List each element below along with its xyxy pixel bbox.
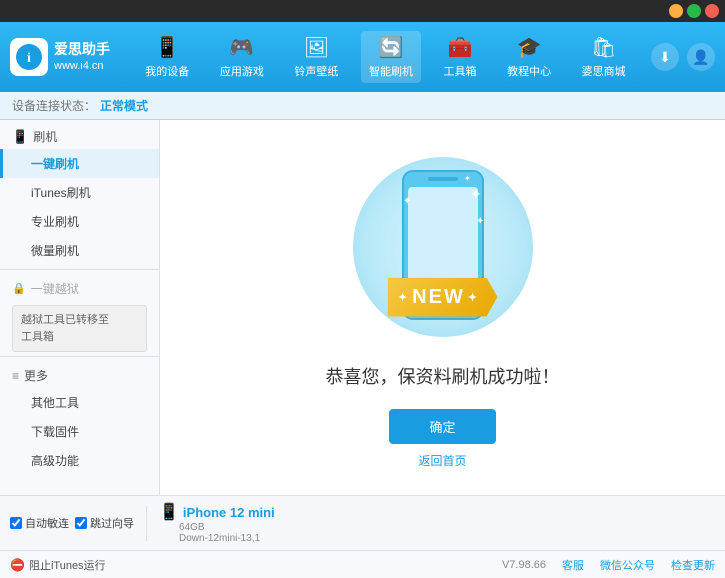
advanced-label: 高级功能 — [31, 454, 79, 468]
device-firmware: Down-12mini-13,1 — [159, 533, 275, 544]
wechat-link[interactable]: 微信公众号 — [600, 557, 655, 573]
nav-tutorials[interactable]: 🎓 教程中心 — [499, 31, 559, 83]
nav-wallpaper[interactable]: 🖼 铃声壁纸 — [286, 31, 346, 83]
brand-url: www.i4.cn — [54, 59, 110, 74]
user-button[interactable]: 👤 — [687, 43, 715, 71]
back-button[interactable]: 返回首页 — [418, 452, 466, 469]
nav-store[interactable]: 🛍 婆思商城 — [574, 31, 634, 83]
new-banner: ✦ NEW ✦ — [388, 278, 498, 317]
logo: i 爱思助手 www.i4.cn — [10, 38, 110, 76]
sidebar-item-other-tools[interactable]: 其他工具 — [0, 388, 159, 417]
svg-text:✦: ✦ — [476, 216, 484, 227]
sidebar-item-pro[interactable]: 专业刷机 — [0, 207, 159, 236]
more-label: 更多 — [24, 367, 48, 384]
pro-label: 专业刷机 — [31, 215, 79, 229]
maximize-button[interactable] — [687, 4, 701, 18]
support-link[interactable]: 客服 — [562, 557, 584, 573]
lock-icon: 🔒 — [12, 282, 26, 295]
header: i 爱思助手 www.i4.cn 📱 我的设备 🎮 应用游戏 🖼 铃声壁纸 🔄 … — [0, 22, 725, 92]
jailbreak-locked-section: 🔒 一键越狱 — [0, 274, 159, 301]
toolbox-icon: 🧰 — [448, 35, 473, 60]
download-button[interactable]: ⬇ — [651, 43, 679, 71]
minimize-button[interactable] — [669, 4, 683, 18]
flash-section-icon: 📱 — [12, 129, 28, 145]
svg-text:✦: ✦ — [464, 174, 471, 183]
main-content: ✦ ✦ ✦ ✦ ✦ NEW ✦ 恭喜您，保资料刷机成功啦！ 确定 返回首页 — [160, 120, 725, 495]
nav-my-device[interactable]: 📱 我的设备 — [137, 31, 197, 83]
sidebar-item-one-click[interactable]: 一键刷机 — [0, 149, 159, 178]
sidebar-section-flash: 📱 刷机 — [0, 120, 159, 149]
my-device-icon: 📱 — [155, 35, 180, 60]
brand-name: 爱思助手 — [54, 40, 110, 60]
nav-store-label: 婆思商城 — [582, 63, 626, 79]
status-value: 正常模式 — [100, 97, 148, 114]
divider-1 — [0, 269, 159, 270]
nav-apps[interactable]: 🎮 应用游戏 — [212, 31, 272, 83]
checkbox-group: 自动敏连 跳过向导 — [10, 515, 134, 531]
sidebar-item-advanced[interactable]: 高级功能 — [0, 446, 159, 475]
device-name: iPhone 12 mini — [183, 505, 275, 520]
store-icon: 🛍 — [591, 35, 616, 60]
smart-flash-icon: 🔄 — [379, 35, 404, 60]
illustration: ✦ ✦ ✦ ✦ ✦ NEW ✦ — [343, 147, 543, 347]
sidebar-item-download-fw[interactable]: 下载固件 — [0, 417, 159, 446]
main-area: 📱 刷机 一键刷机 iTunes刷机 专业刷机 微量刷机 🔒 一键越狱 越狱工具… — [0, 120, 725, 495]
one-click-label: 一键刷机 — [31, 157, 79, 171]
nav-smart-flash-label: 智能刷机 — [369, 63, 413, 79]
skip-wizard-input[interactable] — [75, 517, 87, 529]
bottom-bar: ⛔ 阻止iTunes运行 V7.98.66 客服 微信公众号 检查更新 — [0, 550, 725, 578]
close-button[interactable] — [705, 4, 719, 18]
itunes-block-icon: ⛔ — [10, 558, 25, 572]
jailbreak-note: 越狱工具已转移至 工具箱 — [12, 305, 147, 352]
success-message: 恭喜您，保资料刷机成功啦！ — [326, 363, 560, 389]
status-label: 设备连接状态： — [12, 97, 96, 114]
skip-wizard-label: 跳过向导 — [90, 515, 134, 531]
logo-icon: i — [10, 38, 48, 76]
nav-bar: 📱 我的设备 🎮 应用游戏 🖼 铃声壁纸 🔄 智能刷机 🧰 工具箱 🎓 教程中心… — [130, 31, 641, 83]
device-phone-icon: 📱 — [159, 502, 179, 522]
svg-text:✦: ✦ — [403, 196, 411, 207]
skip-wizard-checkbox[interactable]: 跳过向导 — [75, 515, 134, 531]
nav-apps-label: 应用游戏 — [220, 63, 264, 79]
status-bar: 设备连接状态： 正常模式 — [0, 92, 725, 120]
apps-icon: 🎮 — [229, 35, 254, 60]
sidebar-item-micro[interactable]: 微量刷机 — [0, 236, 159, 265]
divider-2 — [0, 356, 159, 357]
svg-text:✦: ✦ — [470, 186, 482, 202]
nav-my-device-label: 我的设备 — [145, 63, 189, 79]
download-fw-label: 下载固件 — [31, 425, 79, 439]
sidebar: 📱 刷机 一键刷机 iTunes刷机 专业刷机 微量刷机 🔒 一键越狱 越狱工具… — [0, 120, 160, 495]
confirm-button[interactable]: 确定 — [389, 409, 495, 444]
other-tools-label: 其他工具 — [31, 396, 79, 410]
device-info: 📱 iPhone 12 mini 64GB Down-12mini-13,1 — [159, 502, 275, 544]
micro-label: 微量刷机 — [31, 244, 79, 258]
auto-send-checkbox[interactable]: 自动敏连 — [10, 515, 69, 531]
bottom-right: V7.98.66 客服 微信公众号 检查更新 — [502, 557, 715, 573]
header-right: ⬇ 👤 — [651, 43, 715, 71]
sidebar-item-itunes[interactable]: iTunes刷机 — [0, 178, 159, 207]
flash-section-label: 刷机 — [33, 128, 57, 145]
auto-send-label: 自动敏连 — [25, 515, 69, 531]
nav-smart-flash[interactable]: 🔄 智能刷机 — [361, 31, 421, 83]
nav-toolbox[interactable]: 🧰 工具箱 — [436, 31, 485, 83]
wallpaper-icon: 🖼 — [304, 35, 329, 60]
itunes-status: 阻止iTunes运行 — [29, 557, 106, 573]
more-section-header: ≡ 更多 — [0, 361, 159, 388]
divider-vertical — [146, 506, 147, 541]
jailbreak-label: 一键越狱 — [31, 280, 79, 297]
update-link[interactable]: 检查更新 — [671, 557, 715, 573]
nav-toolbox-label: 工具箱 — [444, 63, 477, 79]
itunes-label: iTunes刷机 — [31, 186, 91, 200]
device-storage: 64GB — [159, 522, 275, 533]
titlebar — [0, 0, 725, 22]
tutorials-icon: 🎓 — [517, 35, 542, 60]
bottombar-inner: ⛔ 阻止iTunes运行 V7.98.66 客服 微信公众号 检查更新 — [10, 557, 715, 573]
auto-send-input[interactable] — [10, 517, 22, 529]
logo-text: 爱思助手 www.i4.cn — [54, 40, 110, 75]
nav-tutorials-label: 教程中心 — [507, 63, 551, 79]
version-label: V7.98.66 — [502, 559, 546, 571]
svg-text:i: i — [27, 51, 31, 66]
nav-wallpaper-label: 铃声壁纸 — [294, 63, 338, 79]
